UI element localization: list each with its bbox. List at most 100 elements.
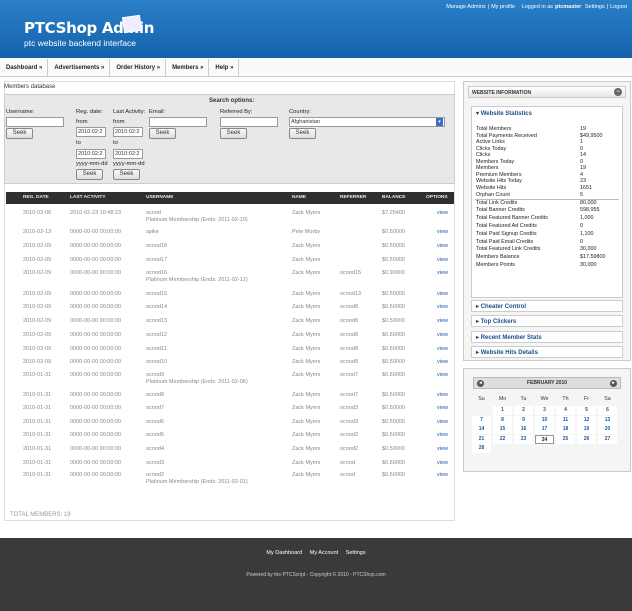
stat-value: 1651: [580, 184, 592, 191]
calendar-day[interactable]: 26: [577, 434, 596, 444]
manage-admins-link[interactable]: Manage Admins: [446, 4, 485, 10]
calendar-day[interactable]: 10: [535, 415, 554, 425]
col-reg-date[interactable]: REG. DATE: [23, 195, 49, 200]
cell-reg: 2010-01-31: [23, 460, 52, 466]
activity-to-input[interactable]: 2010:02:2: [113, 149, 143, 159]
calendar-day[interactable]: 24: [535, 434, 554, 444]
view-link[interactable]: view: [437, 243, 448, 249]
calendar-day[interactable]: 13: [598, 415, 617, 425]
next-month-icon[interactable]: ▸: [610, 380, 617, 387]
calendar-day[interactable]: 27: [598, 434, 617, 444]
footer-settings-link[interactable]: Settings: [346, 550, 366, 556]
calendar-day[interactable]: 5: [577, 406, 596, 415]
col-username[interactable]: USERNAME: [146, 195, 173, 200]
calendar-day[interactable]: 22: [493, 434, 512, 444]
top-links: Manage Admins | My profile Logged in as ptc…: [444, 4, 627, 10]
footer-account-link[interactable]: My Account: [310, 550, 338, 556]
view-link[interactable]: view: [437, 210, 448, 216]
nav-advertisements[interactable]: Advertisements »: [48, 59, 111, 77]
calendar-day[interactable]: 9: [514, 415, 533, 425]
calendar-day[interactable]: 23: [514, 434, 533, 444]
calendar-day[interactable]: 21: [472, 434, 491, 444]
calendar-day[interactable]: 4: [556, 406, 575, 415]
reg-to-input[interactable]: 2010:02:2: [76, 149, 106, 159]
calendar-day[interactable]: 14: [472, 425, 491, 434]
view-link[interactable]: view: [437, 229, 448, 235]
prev-month-icon[interactable]: ◂: [477, 380, 484, 387]
view-link[interactable]: view: [437, 405, 448, 411]
calendar-day[interactable]: 3: [535, 406, 554, 415]
view-link[interactable]: view: [437, 359, 448, 365]
seek-username-button[interactable]: Seek: [6, 128, 33, 139]
my-profile-link[interactable]: My profile: [491, 4, 515, 10]
seek-reg-button[interactable]: Seek: [76, 169, 103, 180]
calendar-day[interactable]: 1: [493, 406, 512, 415]
view-link[interactable]: view: [437, 291, 448, 297]
seek-referrer-button[interactable]: Seek: [220, 128, 247, 139]
reg-from-input[interactable]: 2010:02:2: [76, 127, 106, 137]
panel-cheater-control[interactable]: ▸ Cheater Control: [471, 300, 623, 312]
search-panel: Search options: Username: Seek Reg. date…: [4, 94, 455, 184]
calendar-day[interactable]: 18: [556, 425, 575, 434]
email-input[interactable]: [149, 117, 207, 127]
view-link[interactable]: view: [437, 270, 448, 276]
view-link[interactable]: view: [437, 419, 448, 425]
calendar-day[interactable]: 20: [598, 425, 617, 434]
calendar-day[interactable]: 7: [472, 415, 491, 425]
view-link[interactable]: view: [437, 460, 448, 466]
stat-value: 0: [580, 238, 583, 245]
seek-activity-button[interactable]: Seek: [113, 169, 140, 180]
nav-order-history[interactable]: Order History »: [110, 59, 167, 77]
col-last-activity[interactable]: LAST ACTIVITY: [70, 195, 106, 200]
calendar-day[interactable]: 16: [514, 425, 533, 434]
cell-bal: $0.50000: [382, 318, 405, 324]
calendar-day[interactable]: 15: [493, 425, 512, 434]
col-referrer[interactable]: REFERRER: [340, 195, 366, 200]
cell-reg: 2010-01-31: [23, 419, 52, 425]
calendar-day[interactable]: 11: [556, 415, 575, 425]
seek-country-button[interactable]: Seek: [289, 128, 316, 139]
nav-dashboard[interactable]: Dashboard »: [0, 59, 49, 77]
settings-link[interactable]: Settings: [585, 4, 605, 10]
app-subtitle: ptc website backend interface: [24, 38, 136, 48]
view-link[interactable]: view: [437, 304, 448, 310]
view-link[interactable]: view: [437, 392, 448, 398]
view-link[interactable]: view: [437, 257, 448, 263]
col-name[interactable]: NAME: [292, 195, 306, 200]
view-link[interactable]: view: [437, 372, 448, 378]
panel-recent-member-stats[interactable]: ▸ Recent Member Stats: [471, 331, 623, 343]
cell-name: Zack Myers: [292, 270, 321, 276]
stats-title[interactable]: ▾ Website Statistics: [476, 110, 532, 117]
col-balance[interactable]: BALANCE: [382, 195, 405, 200]
nav-members[interactable]: Members »: [166, 59, 210, 77]
panel-website-hits-details[interactable]: ▸ Website Hits Details: [471, 346, 623, 358]
panel-top-clickers[interactable]: ▸ Top Clickers: [471, 315, 623, 327]
logout-link[interactable]: Logout: [610, 4, 627, 10]
calendar-day[interactable]: 25: [556, 434, 575, 444]
view-link[interactable]: view: [437, 346, 448, 352]
view-link[interactable]: view: [437, 318, 448, 324]
col-options[interactable]: OPTIONS: [426, 195, 448, 200]
username-input[interactable]: [6, 117, 64, 127]
referred-by-input[interactable]: [220, 117, 278, 127]
calendar-day: [535, 444, 554, 453]
nav-help[interactable]: Help »: [209, 59, 240, 77]
view-link[interactable]: view: [437, 446, 448, 452]
stat-value: 0: [580, 158, 583, 165]
country-select[interactable]: Afghanistan ▾: [289, 117, 445, 127]
stat-value: 4: [580, 171, 583, 178]
calendar-day[interactable]: 28: [472, 444, 491, 453]
calendar-day[interactable]: 12: [577, 415, 596, 425]
view-link[interactable]: view: [437, 472, 448, 478]
activity-from-input[interactable]: 2010:02:2: [113, 127, 143, 137]
view-link[interactable]: view: [437, 432, 448, 438]
collapse-icon[interactable]: −: [614, 88, 622, 96]
calendar-day[interactable]: 6: [598, 406, 617, 415]
footer-dashboard-link[interactable]: My Dashboard: [266, 550, 302, 556]
view-link[interactable]: view: [437, 332, 448, 338]
calendar-day[interactable]: 2: [514, 406, 533, 415]
calendar-day[interactable]: 19: [577, 425, 596, 434]
calendar-day[interactable]: 8: [493, 415, 512, 425]
calendar-day[interactable]: 17: [535, 425, 554, 434]
seek-email-button[interactable]: Seek: [149, 128, 176, 139]
